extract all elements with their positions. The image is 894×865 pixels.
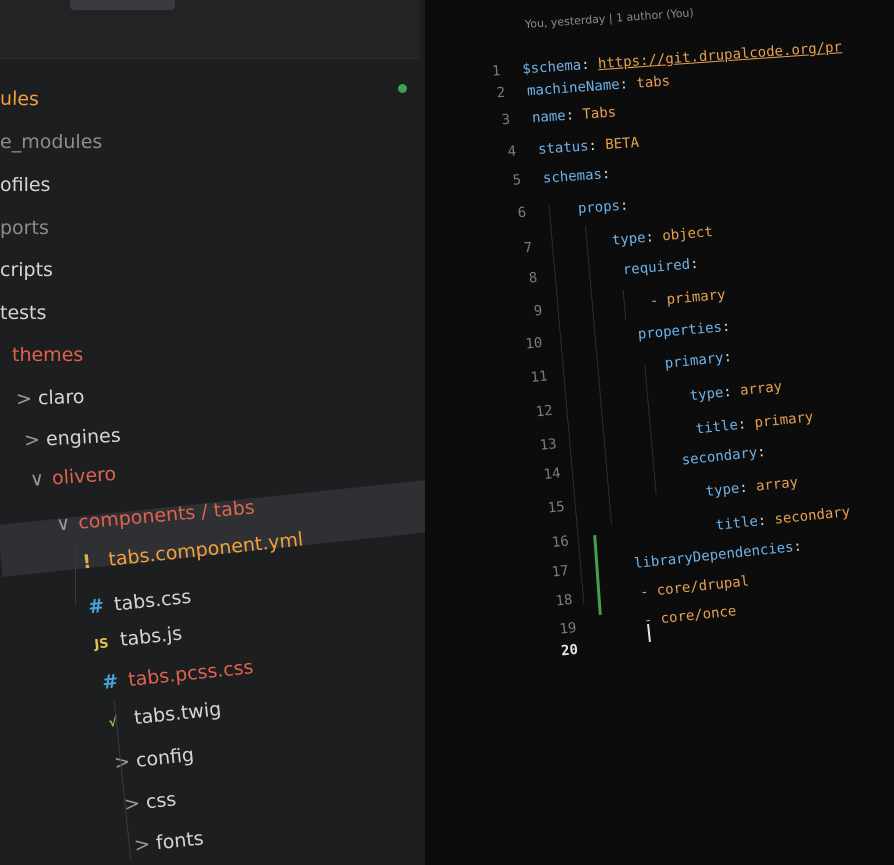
tree-item-tabs-css[interactable]: # tabs.css [87, 586, 192, 619]
line-number: 17 [550, 562, 570, 581]
line-number: 2 [496, 84, 506, 102]
tree-item-label: cripts [0, 259, 53, 281]
line-number: 1 [491, 63, 501, 80]
line-number: 19 [558, 620, 578, 638]
tree-item-tests[interactable]: tests [0, 302, 46, 324]
js-file-icon: JS [93, 636, 110, 653]
tree-item-label: tests [0, 302, 47, 324]
tree-item-label: engines [45, 424, 122, 451]
chevron-down-icon[interactable]: ∨ [55, 512, 79, 535]
tree-item-fonts[interactable]: > fonts [133, 827, 205, 856]
tree-item-label: tabs.twig [133, 698, 223, 730]
tree-item-label: e_modules [0, 131, 103, 153]
twig-file-icon: √ [107, 715, 118, 731]
line-number: 9 [533, 302, 543, 320]
chevron-right-icon[interactable]: > [16, 387, 39, 411]
chevron-right-icon[interactable]: > [23, 428, 46, 452]
tree-item-label: themes [12, 344, 84, 366]
line-number: 20 [560, 641, 579, 660]
line-number: 3 [501, 111, 511, 129]
tree-indent-guide [75, 545, 76, 605]
tree-item-ports[interactable]: ports [0, 217, 49, 239]
chevron-right-icon[interactable]: > [123, 791, 147, 816]
tree-item-e-modules[interactable]: e_modules [0, 131, 102, 153]
line-number: 5 [512, 172, 522, 189]
tree-item-label: ules [0, 87, 40, 111]
ide-window: ules e_modules ofiles ports cripts tests… [0, 0, 894, 865]
tree-item-config[interactable]: > config [113, 744, 195, 774]
line-number: 16 [551, 533, 570, 552]
line-number: 11 [529, 368, 549, 387]
line-number: 7 [523, 239, 533, 257]
line-number: 6 [517, 204, 527, 222]
chevron-right-icon[interactable]: > [113, 750, 137, 775]
line-number: 14 [542, 465, 562, 484]
tree-item-label: config [134, 743, 196, 772]
yaml-value: Tabs [581, 104, 617, 123]
tree-item-label: ports [0, 217, 49, 239]
yaml-value: BETA [604, 134, 640, 154]
explorer-header [0, 0, 420, 59]
tree-item-themes[interactable]: themes [12, 344, 83, 366]
tree-item-label: tabs.js [118, 622, 184, 651]
yaml-file-icon: ! [81, 550, 93, 574]
tree-item-engines[interactable]: > engines [23, 424, 121, 451]
tree-item-label: claro [37, 385, 85, 410]
chevron-down-icon[interactable]: ∨ [29, 467, 52, 491]
tree-item-ofiles[interactable]: ofiles [0, 174, 50, 196]
tree-item-label: ofiles [0, 174, 51, 196]
tree-item-label: olivero [51, 463, 117, 490]
explorer-header-tab[interactable] [70, 0, 175, 10]
chevron-right-icon[interactable]: > [133, 832, 157, 857]
css-file-icon: # [101, 670, 120, 694]
tree-item-claro[interactable]: > claro [16, 386, 85, 410]
css-file-icon: # [87, 594, 106, 619]
yaml-value: tabs [635, 73, 671, 92]
tree-item-label: css [144, 788, 178, 814]
line-number: 4 [507, 143, 517, 160]
line-number: 10 [524, 335, 544, 353]
line-number: 18 [554, 591, 574, 610]
tree-item-ules[interactable]: ules [0, 88, 39, 111]
line-number: 8 [528, 269, 538, 287]
tree-item-cripts[interactable]: cripts [0, 259, 53, 281]
line-number: 15 [546, 498, 566, 517]
tree-item-tabs-js[interactable]: JS tabs.js [93, 622, 183, 653]
yaml-key: name [531, 107, 567, 127]
tree-item-olivero[interactable]: ∨ olivero [29, 463, 116, 491]
tree-item-label: fonts [154, 827, 205, 855]
tree-item-css[interactable]: > css [123, 788, 177, 815]
tree-item-tabs-pcss-css[interactable]: # tabs.pcss.css [101, 656, 254, 694]
tree-item-label: tabs.pcss.css [127, 656, 255, 692]
line-number: 13 [539, 436, 558, 454]
untracked-dot [398, 84, 407, 93]
line-number: 12 [534, 402, 554, 421]
tree-item-tabs-twig[interactable]: √ tabs.twig [107, 698, 222, 732]
tree-item-label: tabs.css [112, 585, 193, 616]
